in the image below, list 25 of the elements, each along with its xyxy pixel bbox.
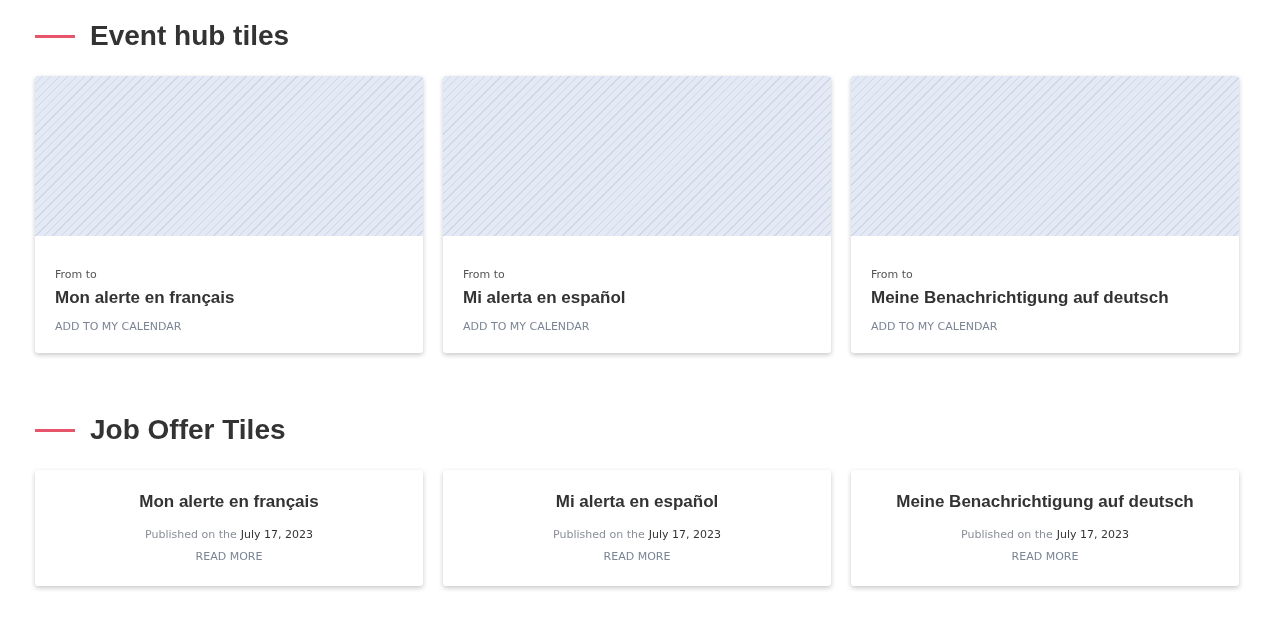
add-to-calendar-link[interactable]: ADD TO MY CALENDAR (463, 320, 590, 333)
published-date: July 17, 2023 (1056, 528, 1129, 541)
read-more-link[interactable]: READ MORE (1011, 550, 1079, 563)
event-date-label: From to (55, 268, 97, 281)
heading-accent-line (35, 34, 75, 38)
job-title: Meine Benachrichtigung auf deutsch (896, 492, 1194, 512)
job-title: Mi alerta en español (555, 492, 719, 512)
event-title: Mon alerte en français (55, 288, 235, 308)
published-label: Published on the (961, 528, 1053, 541)
event-date-label: From to (463, 268, 505, 281)
published-label: Published on the (145, 528, 237, 541)
event-title: Mi alerta en español (463, 288, 626, 308)
published-label: Published on the (553, 528, 645, 541)
event-date-label: From to (871, 268, 913, 281)
read-more-link[interactable]: READ MORE (195, 550, 263, 563)
section-title: Event hub tiles (90, 20, 290, 52)
add-to-calendar-link[interactable]: ADD TO MY CALENDAR (55, 320, 182, 333)
job-title: Mon alerte en français (139, 492, 319, 512)
published-date: July 17, 2023 (240, 528, 313, 541)
published-date: July 17, 2023 (648, 528, 721, 541)
event-title: Meine Benachrichtigung auf deutsch (871, 288, 1169, 308)
heading-accent-line (35, 428, 75, 432)
add-to-calendar-link[interactable]: ADD TO MY CALENDAR (871, 320, 998, 333)
section-title: Job Offer Tiles (90, 414, 286, 446)
read-more-link[interactable]: READ MORE (603, 550, 671, 563)
